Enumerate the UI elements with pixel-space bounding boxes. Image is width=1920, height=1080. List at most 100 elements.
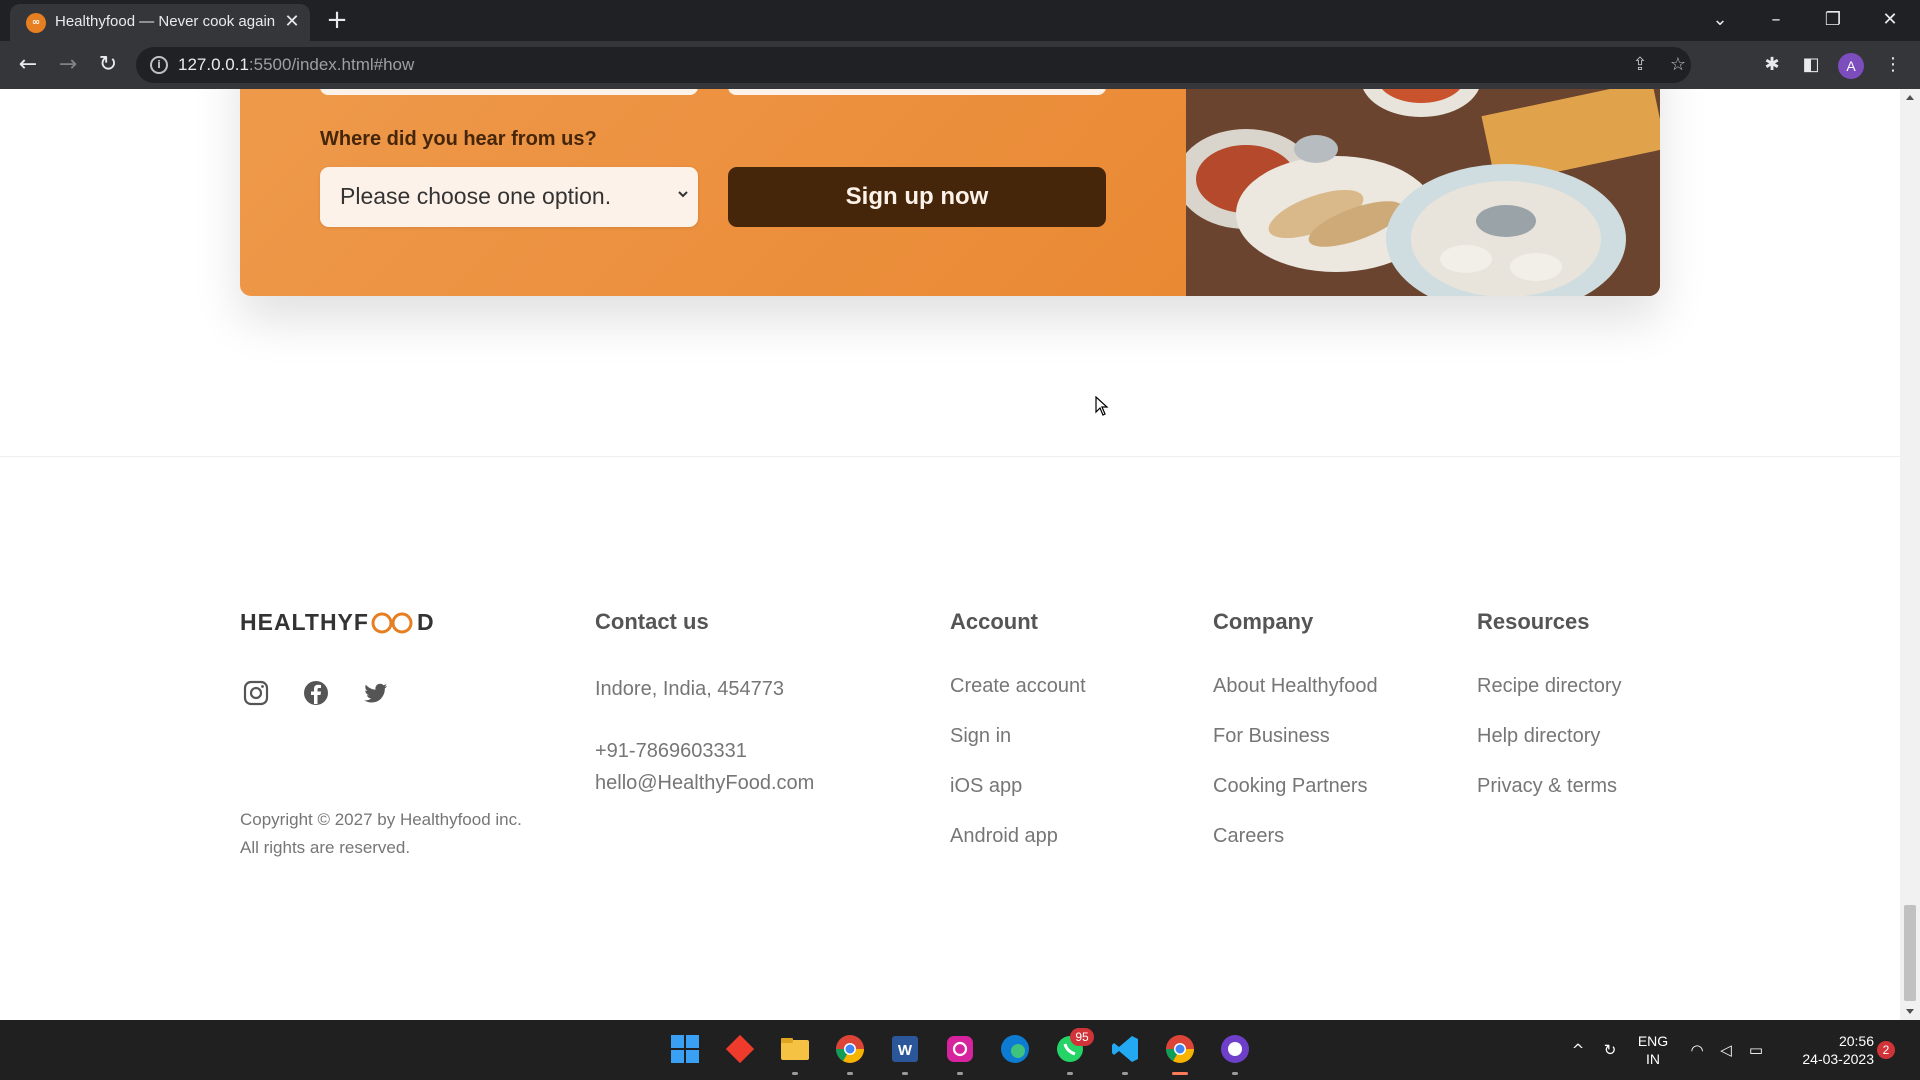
footer-account-column: Account Create account Sign in iOS app A… xyxy=(950,609,1086,873)
browser-toolbar: ← → ↻ i 127.0.0.1:5500/index.html#how ⇪ … xyxy=(0,41,1920,89)
whatsapp-unread-badge: 95 xyxy=(1070,1028,1094,1046)
footer-link-recipe-directory[interactable]: Recipe directory xyxy=(1477,673,1622,699)
footer-link-cooking-partners[interactable]: Cooking Partners xyxy=(1213,773,1378,799)
cta-card: Where did you hear from us? Please choos… xyxy=(240,89,1660,296)
edge-icon[interactable] xyxy=(998,1032,1032,1066)
tab-title: Healthyfood — Never cook again! xyxy=(55,13,275,30)
notification-badge[interactable]: 2 xyxy=(1877,1041,1895,1059)
mouse-cursor-icon xyxy=(1095,396,1109,416)
browser-tab[interactable]: ∞ Healthyfood — Never cook again! ✕ xyxy=(10,4,310,41)
cta-form: Where did you hear from us? Please choos… xyxy=(240,89,1186,296)
word-icon[interactable]: W xyxy=(888,1032,922,1066)
footer-link-for-business[interactable]: For Business xyxy=(1213,723,1378,749)
battery-icon[interactable]: ▭ xyxy=(1746,1040,1766,1060)
scroll-up-arrow-icon[interactable] xyxy=(1906,95,1914,100)
restore-button[interactable]: ❐ xyxy=(1813,4,1853,36)
footer-link-help-directory[interactable]: Help directory xyxy=(1477,723,1622,749)
url-text[interactable]: 127.0.0.1:5500/index.html#how xyxy=(178,55,414,75)
footer-contact-column: Contact us Indore, India, 454773 +91-786… xyxy=(595,609,814,799)
footer-link-android-app[interactable]: Android app xyxy=(950,823,1086,849)
site-info-icon[interactable]: i xyxy=(150,56,168,74)
file-explorer-icon[interactable] xyxy=(778,1032,812,1066)
wifi-icon[interactable]: ◠ xyxy=(1687,1040,1707,1060)
instagram-app-icon[interactable] xyxy=(943,1032,977,1066)
anydesk-icon[interactable] xyxy=(723,1032,757,1066)
windows-start-icon[interactable] xyxy=(668,1032,702,1066)
windows-taskbar: W 95 ^ ↻ ENG IN ◠ ◁ ▭ 20:56 24-03-2023 2 xyxy=(0,1020,1920,1080)
minimize-button[interactable]: – xyxy=(1756,4,1796,36)
chrome-profile-icon[interactable] xyxy=(833,1032,867,1066)
footer-company-column: Company About Healthyfood For Business C… xyxy=(1213,609,1378,873)
footer-link-sign-in[interactable]: Sign in xyxy=(950,723,1086,749)
app-running-indicator xyxy=(1122,1072,1128,1075)
close-tab-icon[interactable]: ✕ xyxy=(280,10,304,34)
chrome-active-icon[interactable] xyxy=(1163,1032,1197,1066)
footer-resources-column: Resources Recipe directory Help director… xyxy=(1477,609,1622,823)
food-table-illustration xyxy=(1186,89,1660,296)
vscode-icon[interactable] xyxy=(1108,1032,1142,1066)
account-title: Account xyxy=(950,609,1038,634)
app-running-indicator xyxy=(1067,1072,1073,1075)
contact-title: Contact us xyxy=(595,609,709,634)
copyright-text: Copyright © 2027 by Healthyfood inc. All… xyxy=(240,810,522,857)
new-tab-button[interactable]: + xyxy=(322,6,352,36)
scroll-down-arrow-icon[interactable] xyxy=(1906,1009,1914,1014)
profile-avatar[interactable]: A xyxy=(1838,53,1864,79)
favicon-icon: ∞ xyxy=(26,13,46,33)
app-running-indicator xyxy=(902,1072,908,1075)
svg-text:W: W xyxy=(898,1042,913,1059)
footer-link-privacy-terms[interactable]: Privacy & terms xyxy=(1477,773,1622,799)
cta-select-value: Please choose one option. xyxy=(340,183,612,209)
reload-icon[interactable]: ↻ xyxy=(92,49,124,81)
sync-icon[interactable]: ↻ xyxy=(1600,1040,1620,1060)
app-running-indicator xyxy=(1232,1072,1238,1075)
address-bar[interactable]: i 127.0.0.1:5500/index.html#how ⇪ ☆ xyxy=(136,47,1691,83)
bookmark-star-icon[interactable]: ☆ xyxy=(1666,53,1690,77)
facebook-icon[interactable] xyxy=(302,679,330,707)
language-indicator[interactable]: ENG IN xyxy=(1632,1032,1674,1068)
close-window-button[interactable]: ✕ xyxy=(1870,4,1910,36)
menu-kebab-icon[interactable]: ⋮ xyxy=(1879,51,1907,79)
volume-icon[interactable]: ◁ xyxy=(1716,1040,1736,1060)
resources-title: Resources xyxy=(1477,609,1590,634)
app-running-indicator xyxy=(792,1072,798,1075)
side-panel-icon[interactable]: ◧ xyxy=(1797,51,1825,79)
section-divider xyxy=(0,456,1900,457)
browser-tab-bar: ∞ Healthyfood — Never cook again! ✕ + ⌄ … xyxy=(0,0,1920,41)
footer-link-ios-app[interactable]: iOS app xyxy=(950,773,1086,799)
tab-search-icon[interactable]: ⌄ xyxy=(1700,4,1740,36)
logo-text-right: D xyxy=(416,609,435,635)
chevron-down-icon xyxy=(678,191,688,198)
extensions-puzzle-icon[interactable]: ✱ xyxy=(1758,51,1786,79)
page-scrollbar[interactable] xyxy=(1900,89,1920,1020)
show-hidden-icons-chevron[interactable]: ^ xyxy=(1568,1040,1588,1060)
contact-email[interactable]: hello@HealthyFood.com xyxy=(595,767,814,799)
company-title: Company xyxy=(1213,609,1314,634)
cta-select-label: Where did you hear from us? xyxy=(320,128,597,150)
page-viewport: Where did you hear from us? Please choos… xyxy=(0,89,1900,1020)
github-desktop-icon[interactable] xyxy=(1218,1032,1252,1066)
app-running-indicator xyxy=(957,1072,963,1075)
instagram-icon[interactable] xyxy=(242,679,270,707)
logo-text-left: HEALTHYF xyxy=(240,609,369,635)
cta-source-select[interactable]: Please choose one option. xyxy=(320,167,698,227)
cta-email-field[interactable] xyxy=(728,89,1106,95)
footer-link-careers[interactable]: Careers xyxy=(1213,823,1378,849)
contact-phone[interactable]: +91-7869603331 xyxy=(595,735,814,767)
footer-link-about[interactable]: About Healthyfood xyxy=(1213,673,1378,699)
share-icon[interactable]: ⇪ xyxy=(1628,53,1652,77)
forward-arrow-icon[interactable]: → xyxy=(52,49,84,81)
healthyfood-logo[interactable]: HEALTHYF D xyxy=(240,609,435,636)
sign-up-button[interactable]: Sign up now xyxy=(728,167,1106,227)
footer-link-create-account[interactable]: Create account xyxy=(950,673,1086,699)
scroll-thumb[interactable] xyxy=(1904,905,1916,1001)
app-running-indicator xyxy=(847,1072,853,1075)
twitter-icon[interactable] xyxy=(362,679,390,707)
clock[interactable]: 20:56 24-03-2023 xyxy=(1780,1032,1874,1068)
logo-infinity-icon xyxy=(371,612,413,633)
cta-name-field[interactable] xyxy=(320,89,698,95)
cta-food-image xyxy=(1186,89,1660,296)
app-active-indicator xyxy=(1172,1072,1188,1075)
back-arrow-icon[interactable]: ← xyxy=(12,49,44,81)
contact-address: Indore, India, 454773 xyxy=(595,678,785,700)
